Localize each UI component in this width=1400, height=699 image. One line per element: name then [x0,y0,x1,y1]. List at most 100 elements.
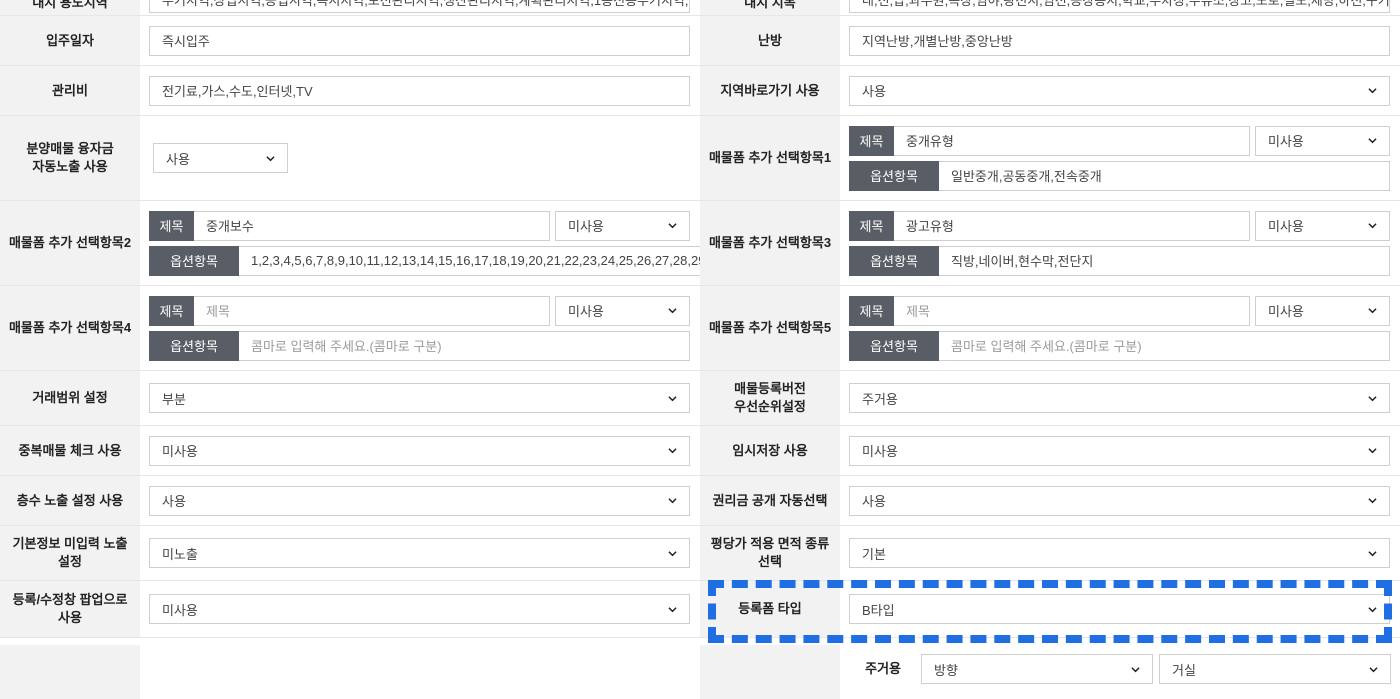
chevron-down-icon [266,155,275,161]
residential-label: 주거용 [865,661,901,676]
option3-use-select[interactable]: 미사용 [1255,210,1390,241]
title-tag: 제목 [149,295,194,326]
select-value: 미사용 [568,304,604,319]
options-combo: 옵션항목 1,2,3,4,5,6,7,8,9,10,11,12,13,14,15… [149,245,737,276]
chevron-down-icon [1368,88,1377,94]
title-tag: 제목 [849,125,894,156]
option3-items-input[interactable]: 직방,네이버,현수막,전단지 [939,245,1390,276]
field-label: 등록/수정창 팝업으로 사용 [0,581,140,637]
field-cell: 기본 [840,526,1400,580]
field-label: 평당가 적용 면적 종류 선택 [700,526,840,580]
field-cell: 전기료,가스,수도,인터넷,TV [140,66,700,115]
select-value: 사용 [862,494,886,509]
field-label: 등록폼 타입 [700,581,840,637]
form-row: 매물폼 추가 선택항목2 제목 중개보수 미사용 옵션항목 1,2,3,4,5,… [0,201,1400,286]
chevron-down-icon [1368,395,1377,401]
options-group: 옵션항목 1,2,3,4,5,6,7,8,9,10,11,12,13,14,15… [149,245,737,276]
chevron-down-icon [668,550,677,556]
option2-items-input[interactable]: 1,2,3,4,5,6,7,8,9,10,11,12,13,14,15,16,1… [239,245,737,276]
field-cell: 제목 중개유형 미사용 옵션항목 일반중개,공동중개,전속중개 [840,116,1400,200]
field-cell: 사용 [140,116,700,200]
options-tag: 옵션항목 [149,245,239,276]
field-cell: 제목 광고유형 미사용 옵션항목 직방,네이버,현수막,전단지 [840,201,1400,285]
option5-title-input[interactable]: 제목 [894,295,1250,326]
field-cell: 즉시입주 [140,16,700,65]
field-label: 층수 노출 설정 사용 [0,476,140,525]
field-label: 난방 [700,16,840,65]
option2-title-input[interactable]: 중개보수 [194,210,550,241]
field-label: 매물폼 추가 선택항목3 [700,201,840,285]
form-row: 분양매물 융자금 자동노출 사용 사용 매물폼 추가 선택항목1 제목 중개유형… [0,116,1400,201]
title-combo: 제목 제목 미사용 [849,295,1390,326]
select-value: 미사용 [1268,304,1304,319]
option1-items-input[interactable]: 일반중개,공동중개,전속중개 [939,160,1390,191]
temp-save-select[interactable]: 미사용 [849,435,1390,466]
field-cell: 제목 제목 미사용 옵션항목 콤마로 입력해 주세요.(콤마로 구분) [140,286,700,370]
field-label: 분양매물 융자금 자동노출 사용 [0,116,140,200]
chevron-down-icon [1368,606,1377,612]
chevron-down-icon [1131,666,1140,672]
form-row: 기본정보 미입력 노출 설정 미노출 평당가 적용 면적 종류 선택 기본 [0,526,1400,581]
title-group: 제목 광고유형 [849,210,1250,241]
field-cell: 제목 중개보수 미사용 옵션항목 1,2,3,4,5,6,7,8,9,10,11… [140,201,737,285]
settings-form: 대지 용도지역 주거지역,상업지역,공업지역,녹지지역,보전관리지역,생산관리지… [0,0,1400,638]
version-priority-select[interactable]: 주거용 [849,383,1390,413]
select-value: B타입 [862,602,895,618]
deal-range-select[interactable]: 부분 [149,383,690,413]
option4-use-select[interactable]: 미사용 [555,295,690,326]
chevron-down-icon [1369,666,1378,672]
region-shortcut-select[interactable]: 사용 [849,75,1390,106]
direction-select[interactable]: 방향 [921,654,1153,684]
move-in-date-input[interactable]: 즉시입주 [149,25,690,56]
option1-use-select[interactable]: 미사용 [1255,125,1390,156]
select-value: 기본 [862,546,886,562]
select-value: 거실 [1172,662,1196,678]
land-use-zone-input[interactable]: 주거지역,상업지역,공업지역,녹지지역,보전관리지역,생산관리지역,계획관리지역… [149,0,690,13]
option1-title-input[interactable]: 중개유형 [894,125,1250,156]
field-cell: 사용 [840,476,1400,525]
option4-items-input[interactable]: 콤마로 입력해 주세요.(콤마로 구분) [239,330,690,361]
missing-info-select[interactable]: 미노출 [149,538,690,568]
form-type-select[interactable]: B타입 [849,594,1390,624]
option5-use-select[interactable]: 미사용 [1255,295,1390,326]
options-group: 옵션항목 콤마로 입력해 주세요.(콤마로 구분) [149,330,690,361]
option3-title-input[interactable]: 광고유형 [894,210,1250,241]
duplicate-check-select[interactable]: 미사용 [149,435,690,466]
field-cell: B타입 [840,581,1400,637]
option2-use-select[interactable]: 미사용 [555,210,690,241]
heating-input[interactable]: 지역난방,개별난방,중앙난방 [849,25,1390,56]
floor-display-select[interactable]: 사용 [149,485,690,516]
options-combo: 옵션항목 일반중개,공동중개,전속중개 [849,160,1390,191]
title-group: 제목 중개보수 [149,210,550,241]
popup-mode-select[interactable]: 미사용 [149,594,690,624]
form-row: 등록/수정창 팝업으로 사용 미사용 등록폼 타입 B타입 [0,581,1400,638]
residential-options-area: 주거용 방향 거실 [840,645,1400,699]
chevron-down-icon [668,223,677,229]
chevron-down-icon [1368,223,1377,229]
empty-label-cell [0,645,140,699]
field-cell: 미사용 [140,426,700,475]
options-tag: 옵션항목 [849,160,939,191]
select-value: 사용 [166,151,190,167]
title-group: 제목 제목 [149,295,550,326]
land-category-input[interactable]: 대,전,답,과수원,목장,임야,광천지,염전,공장용지,학교,주차장,주유소,창… [849,0,1390,13]
title-combo: 제목 중개유형 미사용 [849,125,1390,156]
area-type-select[interactable]: 기본 [849,538,1390,568]
field-label: 매물폼 추가 선택항목4 [0,286,140,370]
option5-items-input[interactable]: 콤마로 입력해 주세요.(콤마로 구분) [939,330,1390,361]
field-cell: 제목 제목 미사용 옵션항목 콤마로 입력해 주세요.(콤마로 구분) [840,286,1400,370]
field-cell: 미노출 [140,526,700,580]
options-combo: 옵션항목 콤마로 입력해 주세요.(콤마로 구분) [849,330,1390,361]
field-label: 매물폼 추가 선택항목2 [0,201,140,285]
field-label: 매물폼 추가 선택항목1 [700,116,840,200]
options-tag: 옵션항목 [849,245,939,276]
option4-title-input[interactable]: 제목 [194,295,550,326]
field-label: 관리비 [0,66,140,115]
chevron-down-icon [668,498,677,504]
chevron-down-icon [668,395,677,401]
premium-public-select[interactable]: 사용 [849,485,1390,516]
form-row: 거래범위 설정 부분 매물등록버전 우선순위설정 주거용 [0,371,1400,426]
maintenance-fee-input[interactable]: 전기료,가스,수도,인터넷,TV [149,75,690,106]
living-room-select[interactable]: 거실 [1159,654,1391,684]
presale-loan-select[interactable]: 사용 [153,143,288,173]
